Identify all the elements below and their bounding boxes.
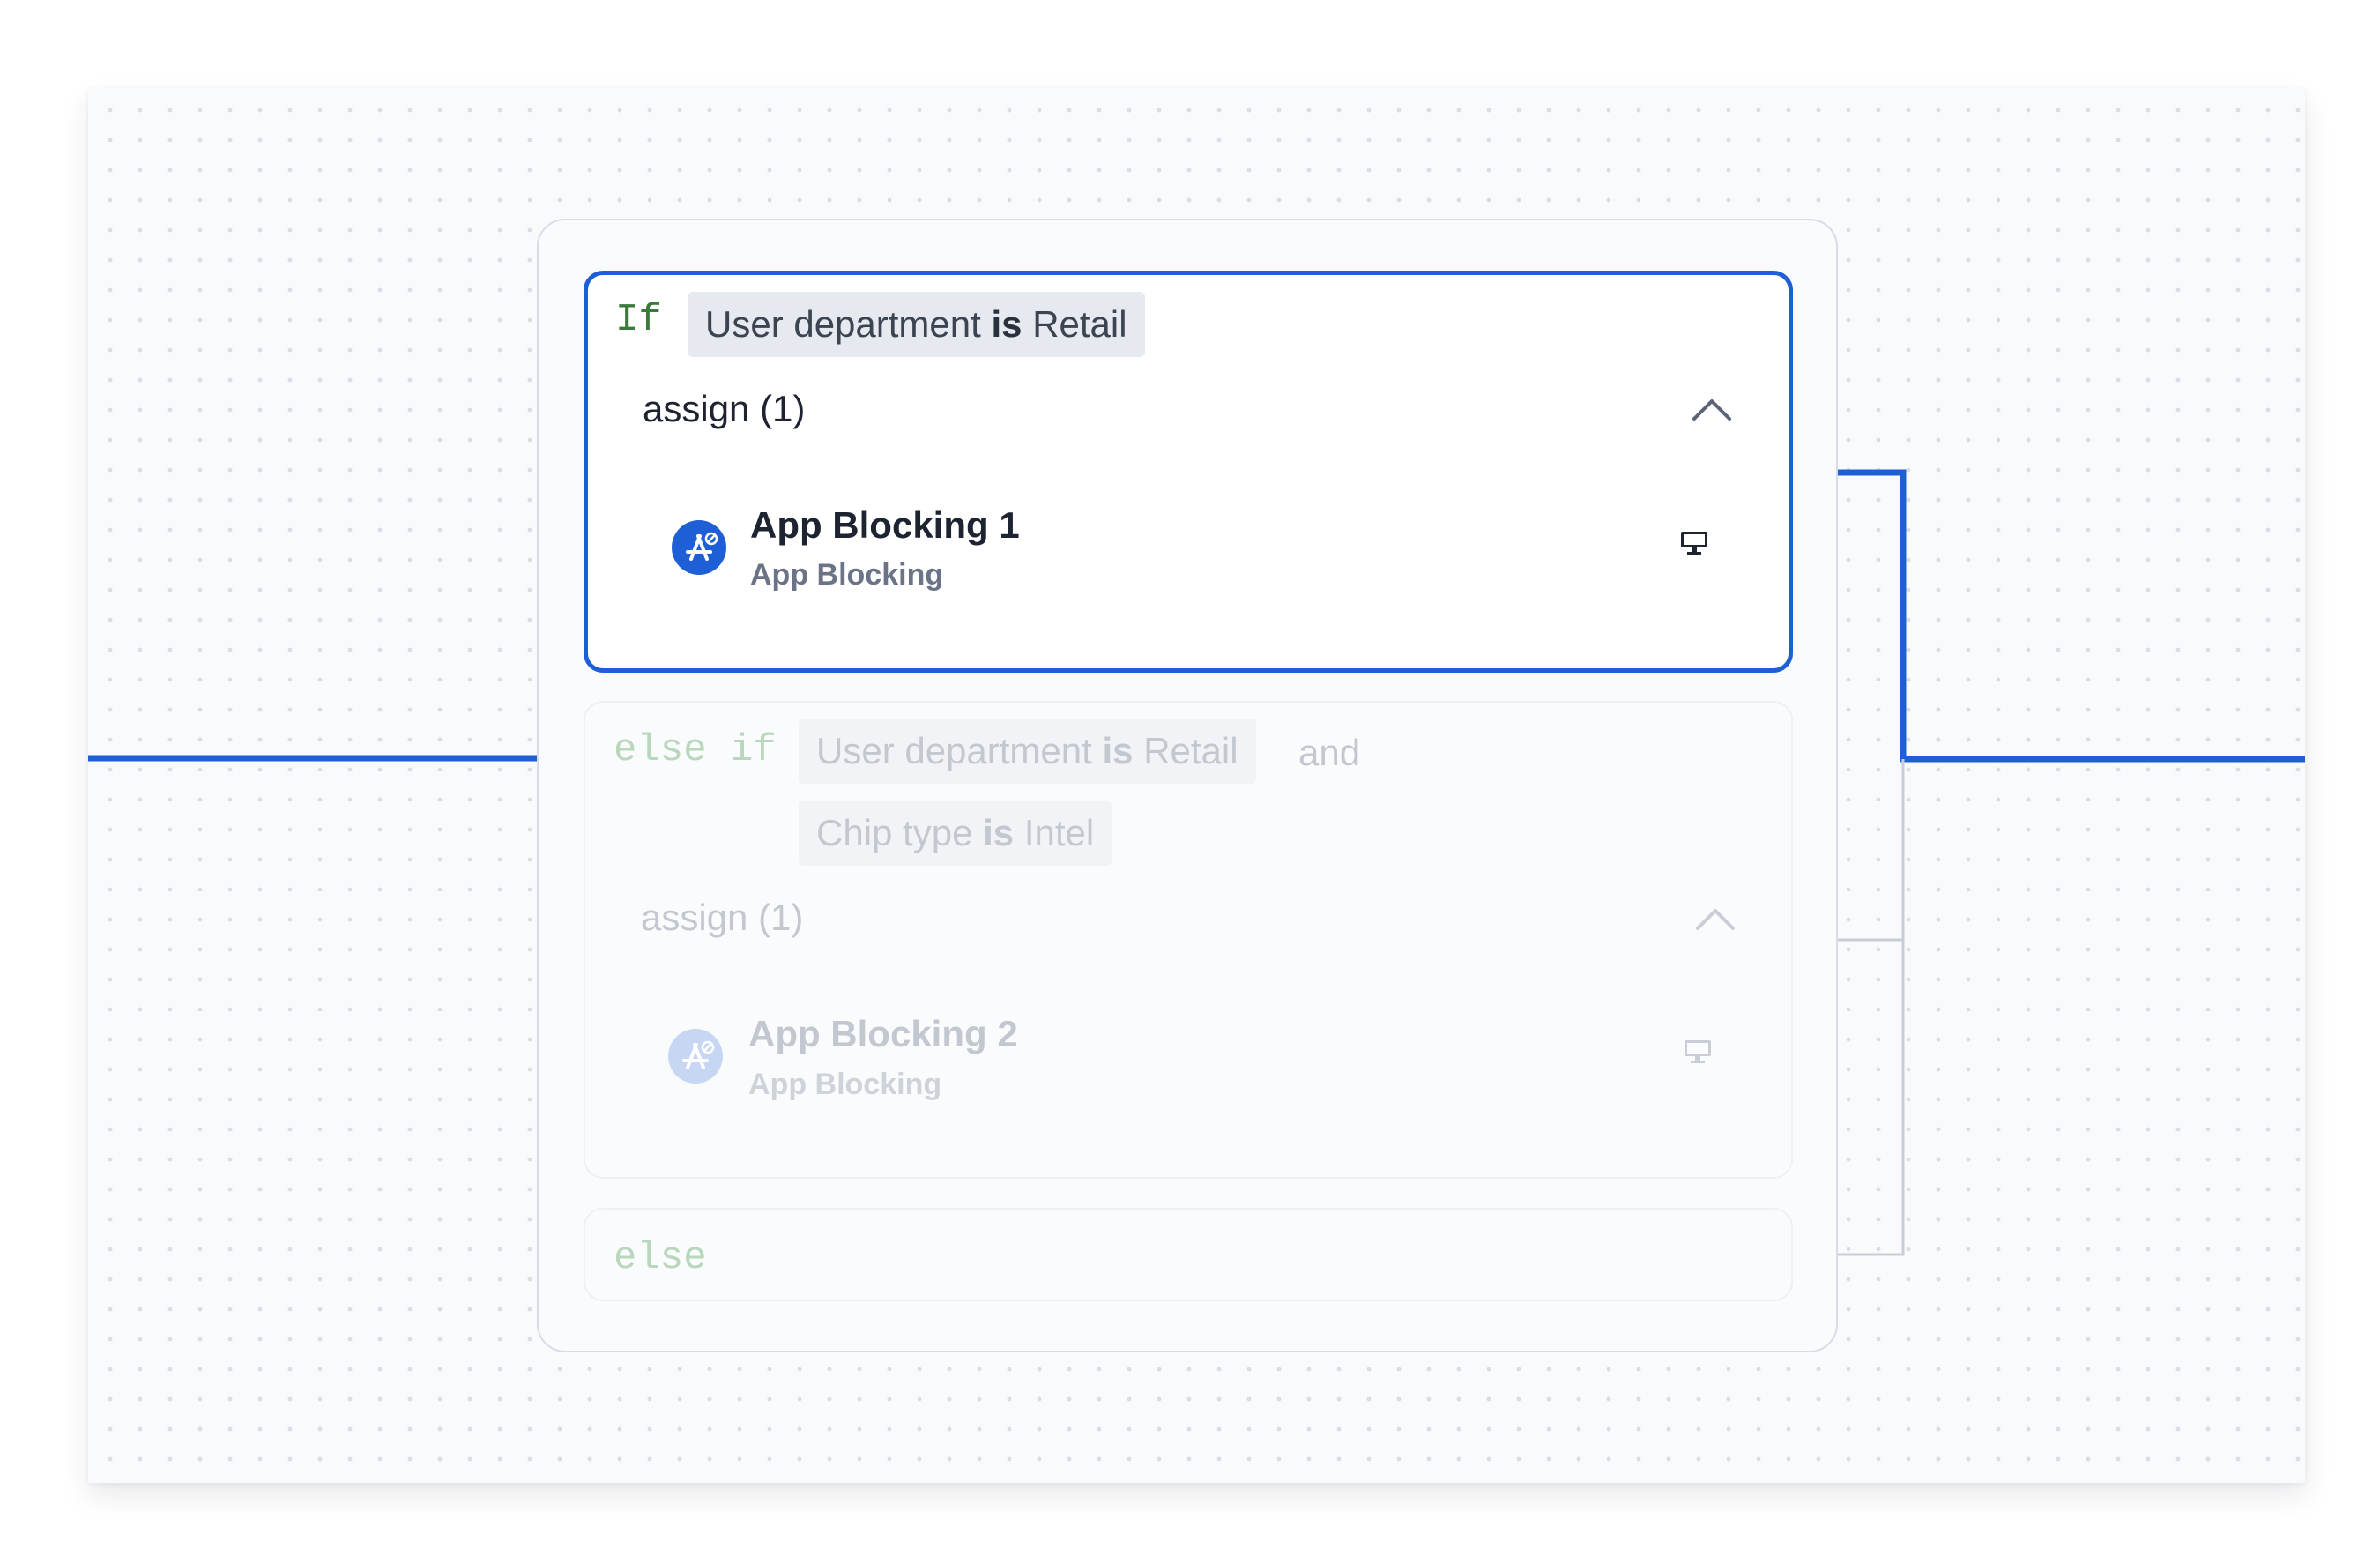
condition-connector-and: and xyxy=(1298,732,1361,773)
if-assignment-title: App Blocking 1 xyxy=(750,504,1020,546)
desktop-icon xyxy=(1681,532,1707,555)
else-branch-card[interactable] xyxy=(584,1208,1793,1301)
chevron-up-icon[interactable] xyxy=(1691,396,1733,422)
if-keyword: If xyxy=(615,298,662,342)
app-store-icon xyxy=(672,520,726,575)
else-keyword: else xyxy=(614,1236,707,1280)
if-output-connector-line xyxy=(1793,469,2305,763)
else-if-assignment-subtitle: App Blocking xyxy=(748,1068,942,1101)
else-if-condition-chip-2[interactable]: Chip type is Intel xyxy=(799,801,1112,866)
if-assignment-subtitle: App Blocking xyxy=(750,558,944,592)
else-if-keyword: else if xyxy=(614,728,777,772)
app-store-icon xyxy=(668,1029,723,1084)
else-if-assign-label: assign (1) xyxy=(641,897,804,938)
else-if-condition-chip-1[interactable]: User department is Retail xyxy=(799,719,1256,784)
if-assign-label: assign (1) xyxy=(643,388,806,429)
else-if-assignment-title: App Blocking 2 xyxy=(748,1013,1018,1054)
desktop-icon xyxy=(1685,1040,1711,1063)
chevron-up-icon[interactable] xyxy=(1694,905,1737,932)
if-condition-chip[interactable]: User department is Retail xyxy=(688,292,1145,357)
